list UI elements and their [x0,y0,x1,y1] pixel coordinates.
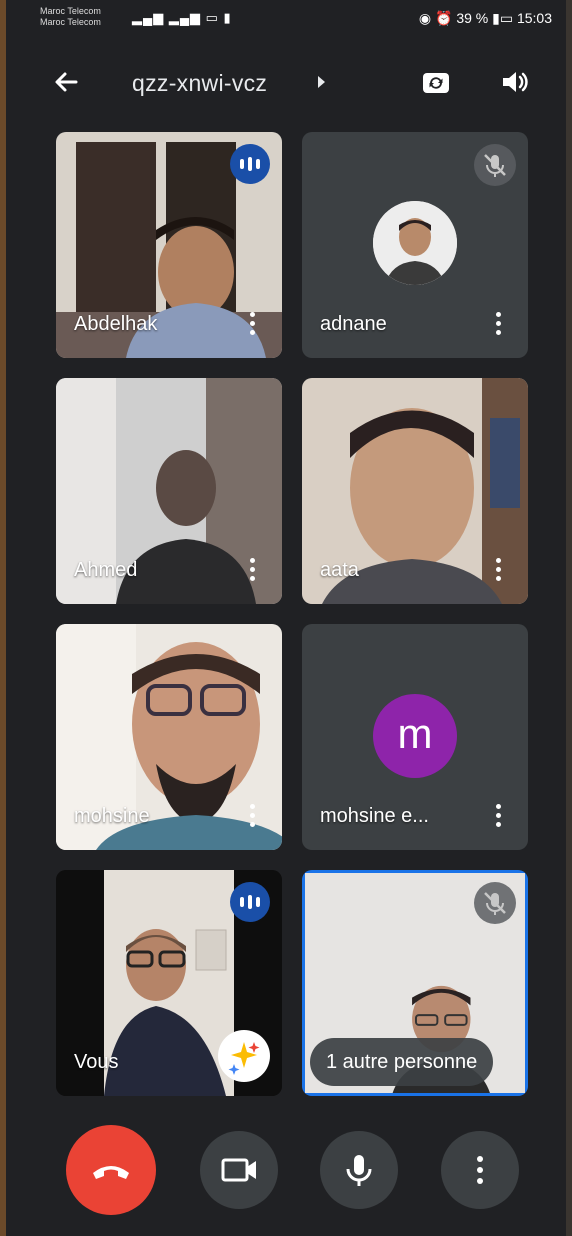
end-call-icon [93,1166,129,1179]
participant-name: mohsine [74,805,150,827]
participant-name: adnane [320,313,387,335]
mic-off-icon [474,144,516,186]
participant-name: mohsine e... [320,805,429,827]
battery-text: 39 % [456,10,489,26]
carrier-2: Maroc Telecom [40,17,101,27]
end-call-button[interactable] [66,1125,156,1215]
participant-name: aata [320,559,359,581]
participant-tile[interactable]: aata [302,378,528,604]
meeting-code[interactable]: qzz-xnwi-vcz [132,70,267,97]
participant-tile[interactable]: 1 autre personne [302,870,528,1096]
carrier-1: Maroc Telecom [40,6,101,16]
more-options-button[interactable] [441,1131,519,1209]
call-controls [6,1115,566,1236]
clock: 15:03 [516,10,552,26]
more-vert-icon[interactable] [496,312,502,338]
participant-tile[interactable]: adnane [302,132,528,358]
phone-edge [566,0,572,1236]
other-participants-label[interactable]: 1 autre personne [310,1038,494,1086]
meet-screen: Maroc Telecom Maroc Telecom ▂▄▆ ▂▄▆ ▭ ▮ … [6,0,566,1236]
speaking-indicator-icon [230,144,270,184]
status-right: ◉ ⏰ 39 % ▮▭ 15:03 [419,10,552,27]
self-tile[interactable]: Vous [56,870,282,1096]
carrier-info: Maroc Telecom Maroc Telecom [40,6,101,28]
effects-sparkle-icon[interactable] [218,1030,270,1082]
eye-icon: ◉ [418,10,432,26]
participant-tile[interactable]: Ahmed [56,378,282,604]
more-vert-icon[interactable] [496,558,502,584]
video-camera-icon [221,1158,256,1182]
caret-right-icon[interactable] [318,76,325,88]
top-bar: qzz-xnwi-vcz [6,52,566,116]
participant-avatar-letter: m [373,694,457,778]
participant-name: Ahmed [74,559,138,581]
microphone-icon [346,1155,372,1186]
participant-name: Abdelhak [74,313,158,335]
signal-icon: ▂▄▆ ▂▄▆ ▭ ▮ [132,10,232,25]
camera-switch-icon[interactable] [420,66,452,98]
microphone-button[interactable] [320,1131,398,1209]
participant-avatar [373,201,457,285]
mic-off-icon [474,882,516,924]
speaker-icon[interactable] [498,66,530,98]
camera-button[interactable] [200,1131,278,1209]
back-arrow-icon[interactable] [50,66,82,98]
participant-name: Vous [74,1051,119,1073]
alarm-icon: ⏰ [434,10,453,26]
participant-tile[interactable]: mohsine [56,624,282,850]
participant-tile[interactable]: Abdelhak [56,132,282,358]
more-vert-icon [477,1156,483,1184]
more-vert-icon[interactable] [250,558,256,584]
phone-frame: Maroc Telecom Maroc Telecom ▂▄▆ ▂▄▆ ▭ ▮ … [0,0,572,1236]
speaking-indicator-icon [230,882,270,922]
status-bar: Maroc Telecom Maroc Telecom ▂▄▆ ▂▄▆ ▭ ▮ … [6,0,566,40]
participant-tile[interactable]: m mohsine e... [302,624,528,850]
more-vert-icon[interactable] [250,804,256,830]
more-vert-icon[interactable] [496,804,502,830]
more-vert-icon[interactable] [250,312,256,338]
battery-icon: ▮▭ [492,10,514,26]
